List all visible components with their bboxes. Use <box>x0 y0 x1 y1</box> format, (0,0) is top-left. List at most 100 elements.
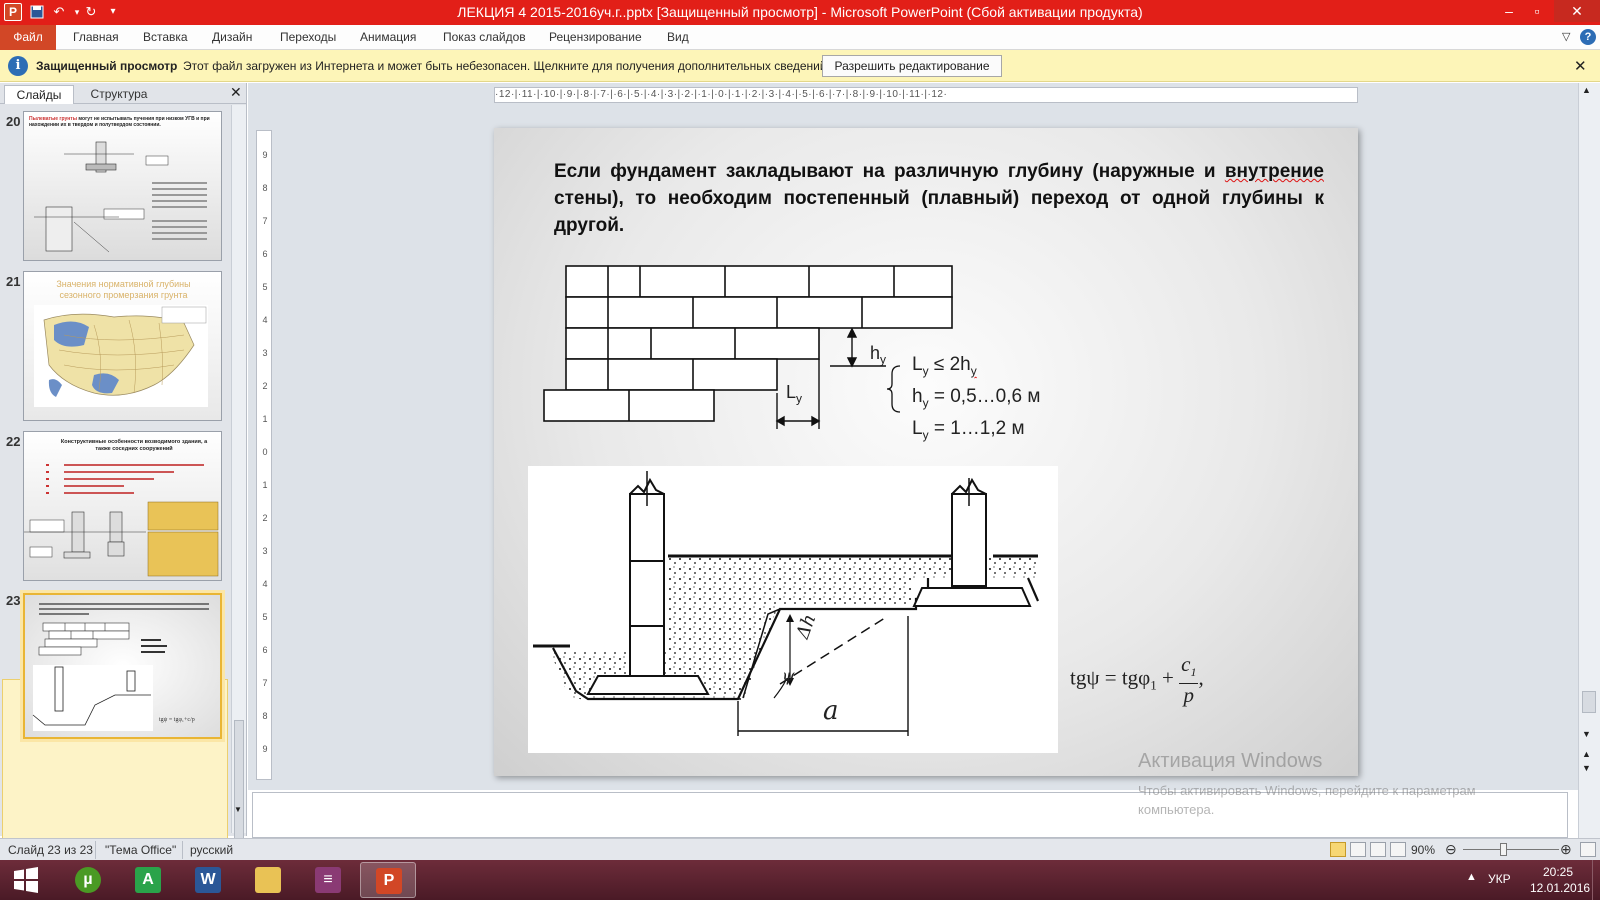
scroll-down-icon[interactable]: ▼ <box>1582 729 1591 739</box>
tab-design[interactable]: Дизайн <box>212 25 252 50</box>
start-button[interactable] <box>0 862 56 898</box>
status-bar: Слайд 23 из 23 "Тема Office" русский 90%… <box>0 838 1600 860</box>
vertical-ruler-tick: 9 <box>262 744 268 754</box>
tab-review[interactable]: Рецензирование <box>549 25 642 50</box>
language-indicator[interactable]: русский <box>190 843 233 857</box>
slide-thumbnail-20[interactable]: Пылеватые грунты могут не испытывать пуч… <box>23 111 222 261</box>
ribbon-minimize-icon[interactable]: ▽ <box>1562 25 1570 50</box>
vertical-ruler-tick: 6 <box>262 645 268 655</box>
zoom-level[interactable]: 90% <box>1411 843 1435 857</box>
tab-slideshow[interactable]: Показ слайдов <box>443 25 526 50</box>
enable-editing-button[interactable]: Разрешить редактирование <box>822 55 1002 77</box>
tab-outline[interactable]: Структура <box>80 85 158 104</box>
close-button[interactable]: ✕ <box>1554 0 1600 22</box>
windows-logo-icon <box>14 867 38 893</box>
title-bar: P ↶ ▾ ↻ ▾ ЛЕКЦИЯ 4 2015-2016уч.г..pptx [… <box>0 0 1600 25</box>
tab-animation[interactable]: Анимация <box>360 25 416 50</box>
maximize-button[interactable]: ▫ <box>1522 0 1552 22</box>
zoom-slider[interactable] <box>1463 849 1559 850</box>
taskbar-app-a[interactable]: A <box>120 862 176 898</box>
vertical-ruler-tick: 1 <box>262 480 268 490</box>
slide-number-22: 22 <box>6 434 21 449</box>
next-slide-icon[interactable]: ▼ <box>1582 763 1591 773</box>
normal-view-icon[interactable] <box>1330 842 1346 857</box>
powerpoint-icon: P <box>376 868 402 894</box>
slide-text-part2: стены), то необходим постепенный (плавны… <box>554 188 1324 236</box>
powerpoint-window: P ↶ ▾ ↻ ▾ ЛЕКЦИЯ 4 2015-2016уч.г..pptx [… <box>0 0 1600 900</box>
tab-home[interactable]: Главная <box>73 25 119 50</box>
window-title: ЛЕКЦИЯ 4 2015-2016уч.г..pptx [Защищенный… <box>457 4 1143 20</box>
slide-number-20: 20 <box>6 114 21 129</box>
slide-counter: Слайд 23 из 23 <box>8 843 93 857</box>
foundation-cross-section-image: Δh ψ a <box>528 466 1058 753</box>
brace-icon <box>886 365 901 413</box>
activation-watermark-title: Активация Windows <box>1138 750 1323 772</box>
slideshow-view-icon[interactable] <box>1390 842 1406 857</box>
utorrent-icon: µ <box>75 867 101 893</box>
keyboard-language[interactable]: УКР <box>1488 872 1511 886</box>
help-icon[interactable]: ? <box>1580 29 1596 45</box>
tab-insert[interactable]: Вставка <box>143 25 188 50</box>
zoom-slider-thumb[interactable] <box>1500 843 1507 856</box>
protected-view-close-icon[interactable]: ✕ <box>1574 57 1587 75</box>
slide-thumbnail-22[interactable]: Конструктивные особенности возводимого з… <box>23 431 222 581</box>
vertical-ruler-tick: 8 <box>262 711 268 721</box>
vertical-ruler-tick: 4 <box>262 315 268 325</box>
minimize-button[interactable]: – <box>1494 0 1524 22</box>
slide-text-part1: Если фундамент закладывают на различную … <box>554 161 1225 182</box>
taskbar-utorrent[interactable]: µ <box>60 862 116 898</box>
slide-thumbnail-23[interactable]: tgψ = tgφ₁+c/p <box>23 593 222 739</box>
editor-vertical-scrollbar[interactable]: ▲ ▼ ▲ ▼ <box>1578 83 1600 838</box>
panel-close-icon[interactable]: ✕ <box>230 84 242 101</box>
slide-sorter-icon[interactable] <box>1350 842 1366 857</box>
protected-view-title: Защищенный просмотр <box>36 59 178 73</box>
panel-scrollbar[interactable]: ▼ <box>231 105 246 860</box>
reading-view-icon[interactable] <box>1370 842 1386 857</box>
vertical-ruler-tick: 5 <box>262 612 268 622</box>
thumb21-title-line2: сезонного промерзания грунта <box>59 290 188 300</box>
vertical-ruler-tick: 2 <box>262 381 268 391</box>
slide-thumbnail-21[interactable]: Значения нормативной глубины сезонного п… <box>23 271 222 421</box>
previous-slide-icon[interactable]: ▲ <box>1582 749 1591 759</box>
thumb23-preview: tgψ = tgφ₁+c/p <box>32 603 209 731</box>
editor-scroll-thumb[interactable] <box>1582 691 1596 713</box>
tray-expand-icon[interactable]: ▲ <box>1466 871 1477 883</box>
thumb21-title-line1: Значения нормативной глубины <box>56 279 191 289</box>
slide-text-misspelled-word: внутрение <box>1224 161 1324 182</box>
slide-canvas[interactable]: Если фундамент закладывают на различную … <box>494 128 1358 776</box>
vertical-ruler[interactable]: 9 8 7 6 5 4 3 2 1 0 1 2 3 4 5 6 7 8 9 <box>256 130 272 780</box>
vertical-ruler-tick: 3 <box>262 348 268 358</box>
thumb22-diagram <box>24 464 219 577</box>
taskbar-winrar[interactable]: ≡ <box>300 862 356 898</box>
scroll-up-icon[interactable]: ▲ <box>1582 85 1591 95</box>
protected-view-bar: i Защищенный просмотр Этот файл загружен… <box>0 50 1600 82</box>
slide-body-text[interactable]: Если фундамент закладывают на различную … <box>554 158 1324 239</box>
show-desktop-button[interactable] <box>1592 860 1600 900</box>
system-clock[interactable]: 20:25 12.01.2016 <box>1530 864 1590 896</box>
formula-ly-le-2hy: Lу ≤ 2hу <box>912 354 977 378</box>
formulas-block: Lу ≤ 2hу hу = 0,5…0,6 м Lу = 1…1,2 м <box>912 352 1040 447</box>
folder-icon <box>255 867 281 893</box>
theme-name[interactable]: "Тема Office" <box>105 843 176 857</box>
tab-view[interactable]: Вид <box>667 25 689 50</box>
protected-view-message[interactable]: Этот файл загружен из Интернета и может … <box>183 59 830 73</box>
vertical-ruler-tick: 7 <box>262 678 268 688</box>
fit-slide-icon[interactable] <box>1580 842 1596 857</box>
ly-label: Lу <box>786 382 803 406</box>
vertical-ruler-tick: 8 <box>262 183 268 193</box>
hy-label: hу <box>870 343 887 367</box>
tab-file[interactable]: Файл <box>0 25 56 50</box>
windows-taskbar: µ A W ≡ P ▲ УКР 20:25 12.01.2016 <box>0 860 1600 900</box>
zoom-in-icon[interactable]: ⊕ <box>1560 841 1572 858</box>
a-label: a <box>823 696 839 726</box>
horizontal-ruler[interactable]: ·12·|·11·|·10·|·9·|·8·|·7·|·6·|·5·|·4·|·… <box>494 87 1358 103</box>
zoom-out-icon[interactable]: ⊖ <box>1445 841 1457 858</box>
panel-scroll-down-icon[interactable]: ▼ <box>234 805 242 814</box>
taskbar-powerpoint[interactable]: P <box>360 862 416 898</box>
taskbar-word[interactable]: W <box>180 862 236 898</box>
tab-transitions[interactable]: Переходы <box>280 25 336 50</box>
tab-slides[interactable]: Слайды <box>4 85 74 104</box>
taskbar-explorer[interactable] <box>240 862 296 898</box>
svg-text:tgψ = tgφ₁+c/p: tgψ = tgφ₁+c/p <box>159 717 195 723</box>
vertical-ruler-tick: 7 <box>262 216 268 226</box>
